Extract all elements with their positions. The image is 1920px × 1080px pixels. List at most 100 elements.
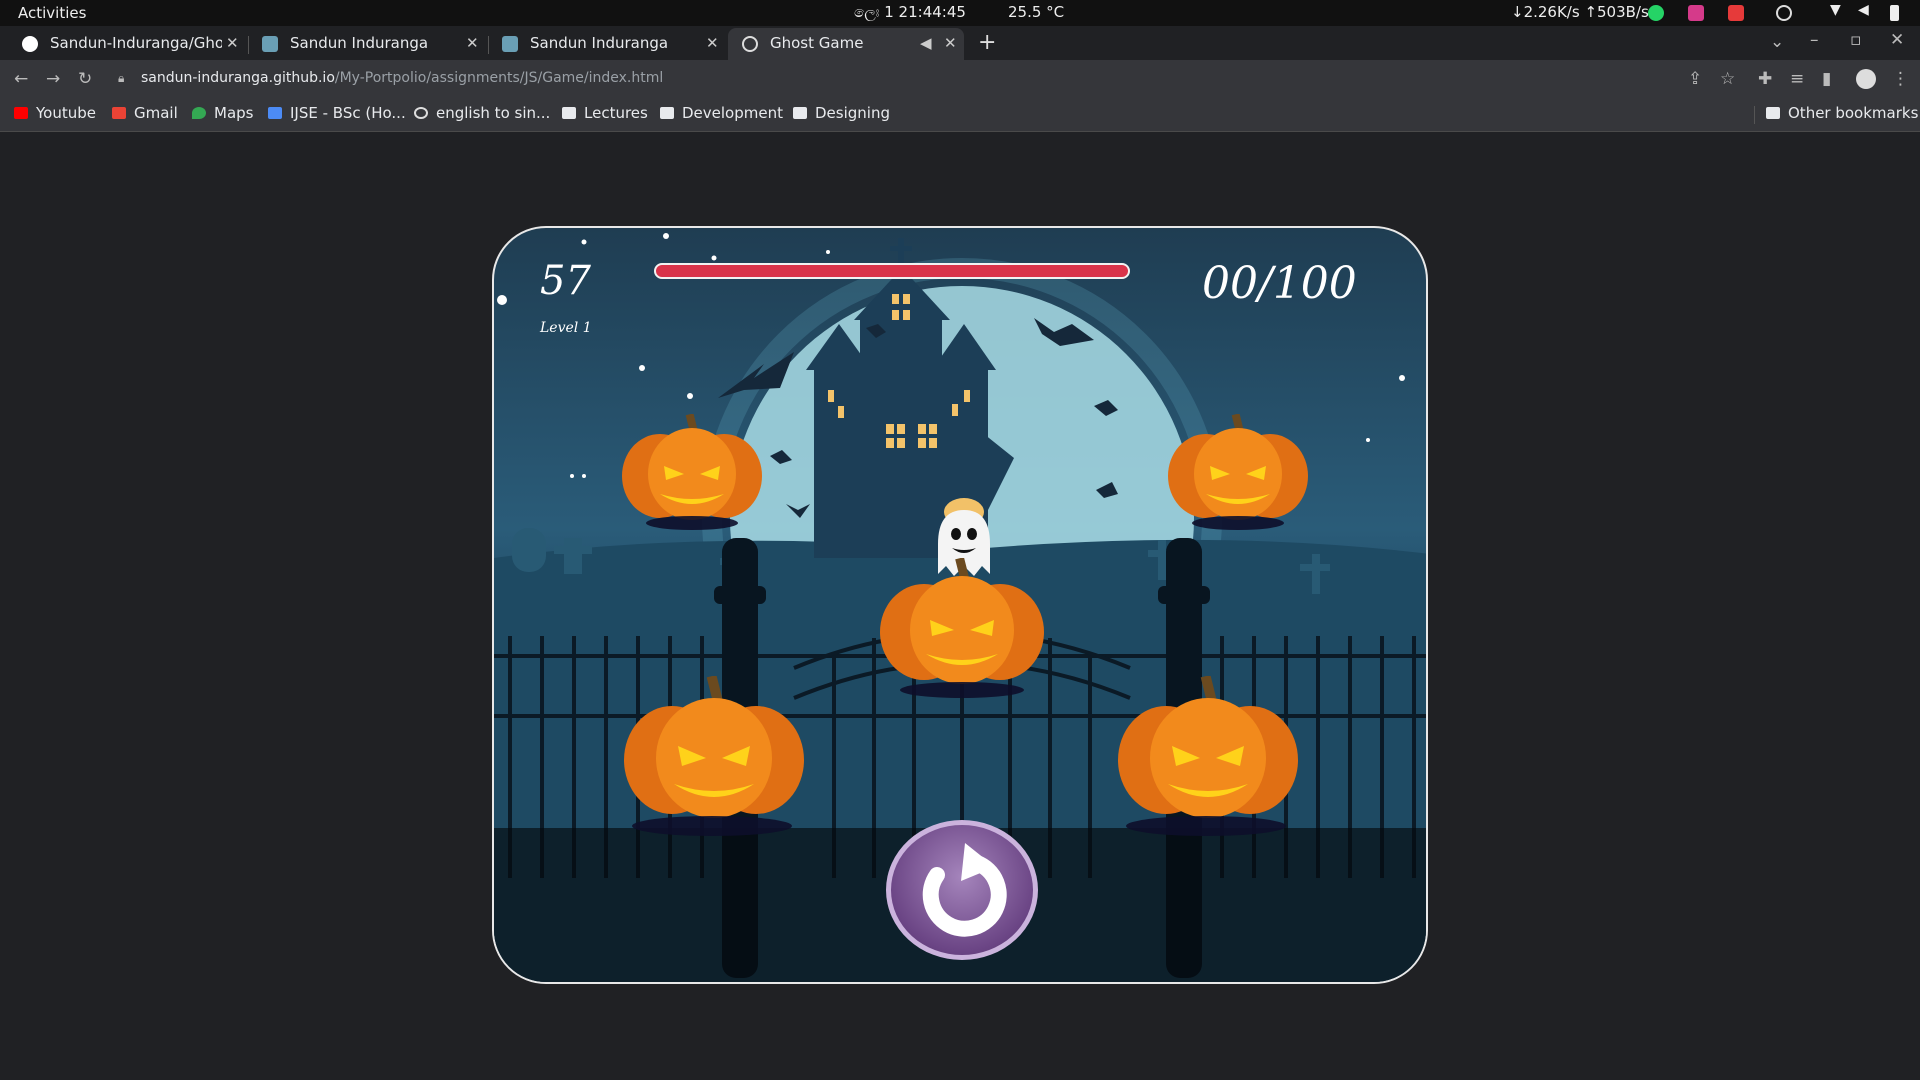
tab-title: Sandun-Induranga/Ghost (50, 34, 222, 52)
folder-icon (793, 107, 807, 119)
pumpkin-hole-3[interactable] (878, 557, 1046, 698)
new-tab-icon[interactable]: + (978, 30, 996, 55)
system-clock[interactable]: ලෙඃ 1 21:44:45 (854, 3, 966, 21)
bookmark-folder-designing[interactable]: Designing (793, 104, 890, 122)
google-icon (414, 107, 428, 119)
tab-title: Ghost Game (770, 34, 864, 52)
pumpkin-hole-5[interactable] (1116, 674, 1300, 836)
wifi-icon[interactable]: ▼ (1830, 2, 1846, 18)
tab-ghost-game[interactable]: Ghost Game ◀ ✕ (728, 28, 964, 60)
back-icon[interactable]: ← (14, 69, 28, 89)
tab-portfolio-2[interactable]: Sandun Induranga ✕ (488, 28, 720, 60)
weather-indicator[interactable]: 25.5 °C (1008, 3, 1064, 21)
pumpkin-hole-2[interactable] (1166, 413, 1310, 530)
pumpkin-hole-1[interactable] (620, 413, 764, 530)
other-bookmarks-folder[interactable]: Other bookmarks (1766, 104, 1918, 122)
pumpkin[interactable] (1166, 413, 1310, 526)
bookmark-label: Lectures (584, 104, 648, 122)
bookmark-label: english to sin... (436, 104, 551, 122)
folder-icon (660, 107, 674, 119)
pumpkin[interactable] (878, 557, 1046, 688)
timer-display: 57 (540, 258, 591, 304)
url-path: /My-Portpolio/assignments/JS/Game/index.… (334, 70, 664, 86)
minimize-icon[interactable]: – (1810, 30, 1819, 50)
hole-shadow (1126, 816, 1286, 836)
pumpkin[interactable] (1116, 674, 1300, 824)
portfolio-icon (502, 36, 518, 52)
folder-icon (1766, 107, 1780, 119)
restart-button[interactable] (886, 820, 1038, 960)
browser-tab-bar: Sandun-Induranga/Ghost ✕ Sandun Indurang… (0, 26, 1920, 60)
youtube-icon (14, 107, 28, 119)
health-bar (654, 263, 1130, 279)
bookmark-translate[interactable]: english to sin... (414, 104, 550, 122)
bookmark-label: Youtube (36, 104, 96, 122)
app-tray-icon[interactable] (1688, 5, 1704, 21)
hole-shadow (1192, 516, 1284, 530)
portfolio-icon (262, 36, 278, 52)
close-tab-icon[interactable]: ✕ (706, 34, 719, 52)
globe-icon (742, 36, 758, 52)
pumpkin[interactable] (620, 413, 764, 526)
pumpkin[interactable] (622, 674, 806, 824)
share-icon[interactable]: ⇪ (1688, 69, 1702, 89)
menu-icon[interactable]: ⋮ (1892, 69, 1909, 89)
close-window-icon[interactable]: ✕ (1890, 30, 1904, 50)
bookmark-gmail[interactable]: Gmail (112, 104, 178, 122)
lock-icon[interactable]: 🔒︎ (118, 71, 124, 86)
address-bar-row: ← → ↻ 🔒︎ sandun-induranga.github.io/My-P… (0, 60, 1920, 98)
folder-icon (562, 107, 576, 119)
url-host: sandun-induranga.github.io (141, 70, 335, 86)
score-display: 00/100 (1202, 258, 1357, 309)
tab-portfolio-1[interactable]: Sandun Induranga ✕ (248, 28, 480, 60)
side-panel-icon[interactable]: ▮ (1822, 69, 1831, 89)
bookmark-ijse[interactable]: IJSE - BSc (Ho... (268, 104, 406, 122)
hole-shadow (900, 682, 1024, 698)
audio-playing-icon[interactable]: ◀ (920, 34, 932, 52)
maps-icon (192, 107, 206, 119)
activities-button[interactable]: Activities (18, 4, 86, 22)
url-field[interactable]: sandun-induranga.github.io/My-Portpolio/… (141, 70, 663, 86)
tab-title: Sandun Induranga (290, 34, 429, 52)
restart-icon (922, 843, 1007, 937)
forward-icon[interactable]: → (46, 69, 60, 89)
gmail-icon (112, 107, 126, 119)
close-tab-icon[interactable]: ✕ (226, 34, 239, 52)
restore-icon[interactable]: ▫ (1850, 30, 1862, 50)
tab-github[interactable]: Sandun-Induranga/Ghost ✕ (8, 28, 240, 60)
extensions-icon[interactable]: ✚ (1758, 69, 1772, 89)
bookmark-divider (1754, 106, 1755, 124)
profile-avatar[interactable] (1856, 69, 1876, 89)
bookmark-label: Development (682, 104, 783, 122)
media-control-icon[interactable]: ≡ (1790, 69, 1804, 89)
volume-icon[interactable]: ◀ (1858, 2, 1874, 18)
bookmark-label: Maps (214, 104, 254, 122)
close-tab-icon[interactable]: ✕ (466, 34, 479, 52)
network-speed: ↓2.26K/s ↑503B/s (1511, 3, 1649, 21)
bookmark-folder-lectures[interactable]: Lectures (562, 104, 648, 122)
bookmark-youtube[interactable]: Youtube (14, 104, 96, 122)
anydesk-tray-icon[interactable] (1728, 5, 1744, 21)
ijse-icon (268, 107, 282, 119)
bookmark-label: Designing (815, 104, 890, 122)
github-icon (22, 36, 38, 52)
bookmark-label: Other bookmarks (1788, 104, 1919, 122)
tab-title: Sandun Induranga (530, 34, 669, 52)
pumpkin-hole-4[interactable] (622, 674, 806, 836)
bookmark-label: IJSE - BSc (Ho... (290, 104, 406, 122)
brightness-icon[interactable] (1776, 5, 1792, 21)
bookmark-star-icon[interactable]: ☆ (1720, 69, 1735, 89)
reload-icon[interactable]: ↻ (78, 69, 92, 89)
hole-shadow (646, 516, 738, 530)
bookmark-label: Gmail (134, 104, 178, 122)
whatsapp-icon[interactable] (1648, 5, 1664, 21)
battery-icon[interactable] (1890, 5, 1899, 21)
bookmark-folder-development[interactable]: Development (660, 104, 783, 122)
level-label: Level 1 (540, 320, 592, 336)
bookmarks-bar: Youtube Gmail Maps IJSE - BSc (Ho... eng… (0, 98, 1920, 132)
close-tab-icon[interactable]: ✕ (944, 34, 957, 52)
bookmark-maps[interactable]: Maps (192, 104, 253, 122)
system-top-bar: Activities ලෙඃ 1 21:44:45 25.5 °C ↓2.26K… (0, 0, 1920, 26)
hole-shadow (632, 816, 792, 836)
tab-search-icon[interactable]: ⌄ (1770, 32, 1784, 52)
